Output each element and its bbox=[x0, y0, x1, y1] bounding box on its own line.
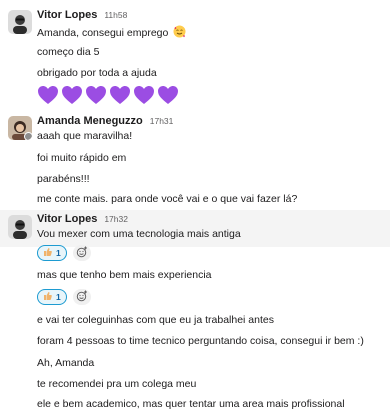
message-text: começo dia 5 bbox=[37, 46, 100, 58]
timestamp[interactable]: 17h31 bbox=[150, 116, 174, 126]
message-text: parabéns!!! bbox=[37, 173, 90, 185]
message-text: te recomendei pra um colega meu bbox=[37, 378, 197, 390]
message-text: ele e bem academico, mas quer tentar uma… bbox=[37, 398, 345, 410]
reaction-thumbs-up[interactable]: 1 bbox=[37, 289, 67, 305]
message-group-vitor-1: Vitor Lopes 11h58 Amanda, consegui empre… bbox=[0, 0, 390, 112]
message-group-amanda: Amanda Meneguzzo 17h31 aaah que maravilh… bbox=[0, 112, 390, 210]
add-reaction-button[interactable] bbox=[72, 245, 91, 261]
thumbs-up-icon bbox=[43, 291, 53, 303]
avatar[interactable] bbox=[8, 215, 32, 239]
author-name[interactable]: Amanda Meneguzzo bbox=[37, 115, 143, 127]
message-text: Amanda, consegui emprego bbox=[37, 25, 186, 41]
message-text-content: Amanda, consegui emprego bbox=[37, 27, 169, 39]
reaction-count: 1 bbox=[56, 292, 61, 302]
message-text: mas que tenho bem mais experiencia bbox=[37, 269, 212, 281]
add-reaction-button[interactable] bbox=[72, 289, 91, 305]
avatar[interactable] bbox=[8, 10, 32, 34]
avatar-vitor-icon bbox=[8, 10, 32, 34]
timestamp[interactable]: 17h32 bbox=[104, 214, 128, 224]
reactions-row: 1 bbox=[37, 245, 91, 261]
message-text: obrigado por toda a ajuda bbox=[37, 67, 157, 79]
reaction-count: 1 bbox=[56, 248, 61, 258]
reactions-row: 1 bbox=[37, 289, 91, 305]
purple-heart-icon bbox=[37, 85, 59, 108]
hearts-row bbox=[37, 85, 179, 108]
purple-heart-icon bbox=[133, 85, 155, 108]
message-group-vitor-2: Vitor Lopes 17h32 Vou mexer com uma tecn… bbox=[0, 210, 390, 415]
message-text: foi muito rápido em bbox=[37, 152, 127, 164]
timestamp[interactable]: 11h58 bbox=[104, 10, 127, 20]
smiling-face-with-hearts-icon bbox=[173, 25, 186, 41]
purple-heart-icon bbox=[85, 85, 107, 108]
add-emoji-icon bbox=[76, 246, 88, 261]
author-name[interactable]: Vitor Lopes bbox=[37, 9, 97, 21]
message-text: aaah que maravilha! bbox=[37, 130, 133, 142]
reaction-thumbs-up[interactable]: 1 bbox=[37, 245, 67, 261]
presence-indicator bbox=[24, 132, 32, 140]
message-text: Vou mexer com uma tecnologia mais antiga bbox=[37, 228, 241, 240]
purple-heart-icon bbox=[157, 85, 179, 108]
avatar-vitor-icon bbox=[8, 215, 32, 239]
message-text: me conte mais. para onde você vai e o qu… bbox=[37, 193, 298, 205]
thumbs-up-icon bbox=[43, 247, 53, 259]
add-emoji-icon bbox=[76, 290, 88, 305]
purple-heart-icon bbox=[61, 85, 83, 108]
message-text: foram 4 pessoas to time tecnico pergunta… bbox=[37, 335, 364, 347]
purple-heart-icon bbox=[109, 85, 131, 108]
avatar[interactable] bbox=[8, 116, 32, 140]
author-name[interactable]: Vitor Lopes bbox=[37, 213, 97, 225]
message-text: Ah, Amanda bbox=[37, 357, 95, 369]
message-text: e vai ter coleguinhas com que eu ja trab… bbox=[37, 314, 274, 326]
